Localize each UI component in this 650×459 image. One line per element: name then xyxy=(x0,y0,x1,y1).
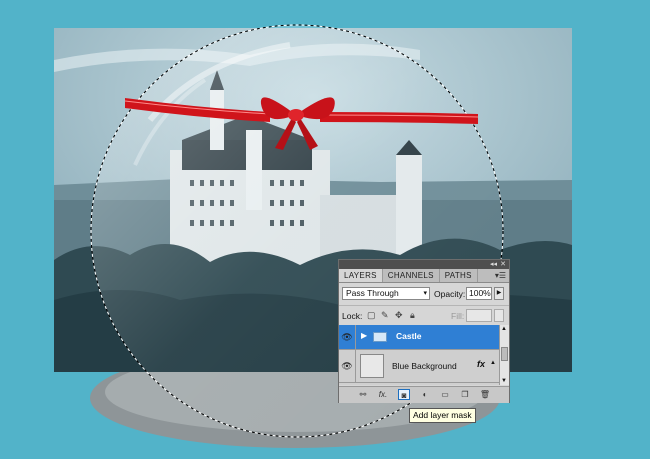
blend-row: Pass Through ▾ Opacity: 100% ▶ xyxy=(339,283,509,305)
lock-image-icon[interactable]: ✎ xyxy=(381,310,389,321)
opacity-input[interactable]: 100% xyxy=(466,287,492,300)
panel-tab-bar: LAYERS CHANNELS PATHS ▾☰ xyxy=(339,269,509,283)
opacity-label: Opacity: xyxy=(434,289,466,299)
eye-icon[interactable]: 👁︎ xyxy=(339,325,356,349)
lock-position-icon[interactable]: ✥ xyxy=(395,310,403,321)
panel-titlebar[interactable]: ◂◂ ✕ xyxy=(339,260,509,269)
tab-layers[interactable]: LAYERS xyxy=(339,269,383,282)
layer-list: 👁︎ ▶ Castle 👁︎ Blue Background fx ▲ xyxy=(339,325,499,385)
layer-thumbnail xyxy=(360,354,384,378)
chevron-down-icon: ▾ xyxy=(423,290,427,297)
composition-artwork xyxy=(54,24,572,448)
panel-menu-icon[interactable]: ▾☰ xyxy=(495,270,506,281)
panel-footer: ⚯ fx. ◙ ◐ ▭ ❐ 🗑︎ xyxy=(339,386,509,403)
layers-panel: ◂◂ ✕ LAYERS CHANNELS PATHS ▾☰ Pass Throu… xyxy=(338,259,510,403)
tooltip: Add layer mask xyxy=(409,408,476,423)
layer-style-icon[interactable]: fx. xyxy=(377,389,389,400)
layer-name: Blue Background xyxy=(392,361,457,371)
fill-label: Fill: xyxy=(451,311,465,321)
layer-name: Castle xyxy=(396,331,422,341)
lock-label: Lock: xyxy=(342,311,363,321)
folder-icon xyxy=(373,332,387,342)
trash-icon[interactable]: 🗑︎ xyxy=(479,389,491,400)
lock-transparent-icon[interactable]: ▢ xyxy=(367,310,376,321)
fx-icon[interactable]: fx xyxy=(477,359,485,369)
eye-icon[interactable]: 👁︎ xyxy=(339,350,356,382)
fill-slider-button xyxy=(494,309,504,322)
tab-channels[interactable]: CHANNELS xyxy=(383,269,440,282)
adjustment-layer-icon[interactable]: ◐ xyxy=(419,389,431,400)
lock-row: Lock: ▢ ✎ ✥ 🔒︎ Fill: xyxy=(339,305,509,326)
tab-paths[interactable]: PATHS xyxy=(440,269,478,282)
scroll-down-icon[interactable]: ▼ xyxy=(501,378,507,384)
collapse-icon[interactable]: ◂◂ xyxy=(490,260,497,269)
fill-input xyxy=(466,309,492,322)
lock-all-icon[interactable]: 🔒︎ xyxy=(410,310,415,321)
scroll-thumb[interactable] xyxy=(501,347,508,361)
collapse-effects-icon[interactable]: ▲ xyxy=(490,360,496,366)
expand-triangle-icon[interactable]: ▶ xyxy=(361,331,367,340)
document-canvas[interactable] xyxy=(0,0,650,459)
blend-mode-select[interactable]: Pass Through ▾ xyxy=(342,287,430,300)
link-layers-icon[interactable]: ⚯ xyxy=(357,389,369,400)
new-group-icon[interactable]: ▭ xyxy=(439,389,451,400)
scroll-up-icon[interactable]: ▲ xyxy=(501,326,507,332)
opacity-slider-button[interactable]: ▶ xyxy=(494,287,504,300)
layer-row-castle[interactable]: 👁︎ ▶ Castle xyxy=(339,325,499,350)
layer-list-scrollbar[interactable]: ▲ ▼ xyxy=(499,325,509,385)
effects-row xyxy=(339,383,499,385)
add-layer-mask-button[interactable]: ◙ xyxy=(398,389,410,400)
close-icon[interactable]: ✕ xyxy=(500,260,506,269)
blend-mode-value: Pass Through xyxy=(346,288,399,298)
new-layer-icon[interactable]: ❐ xyxy=(459,389,471,400)
layer-row-blue-background[interactable]: 👁︎ Blue Background fx ▲ xyxy=(339,350,499,383)
